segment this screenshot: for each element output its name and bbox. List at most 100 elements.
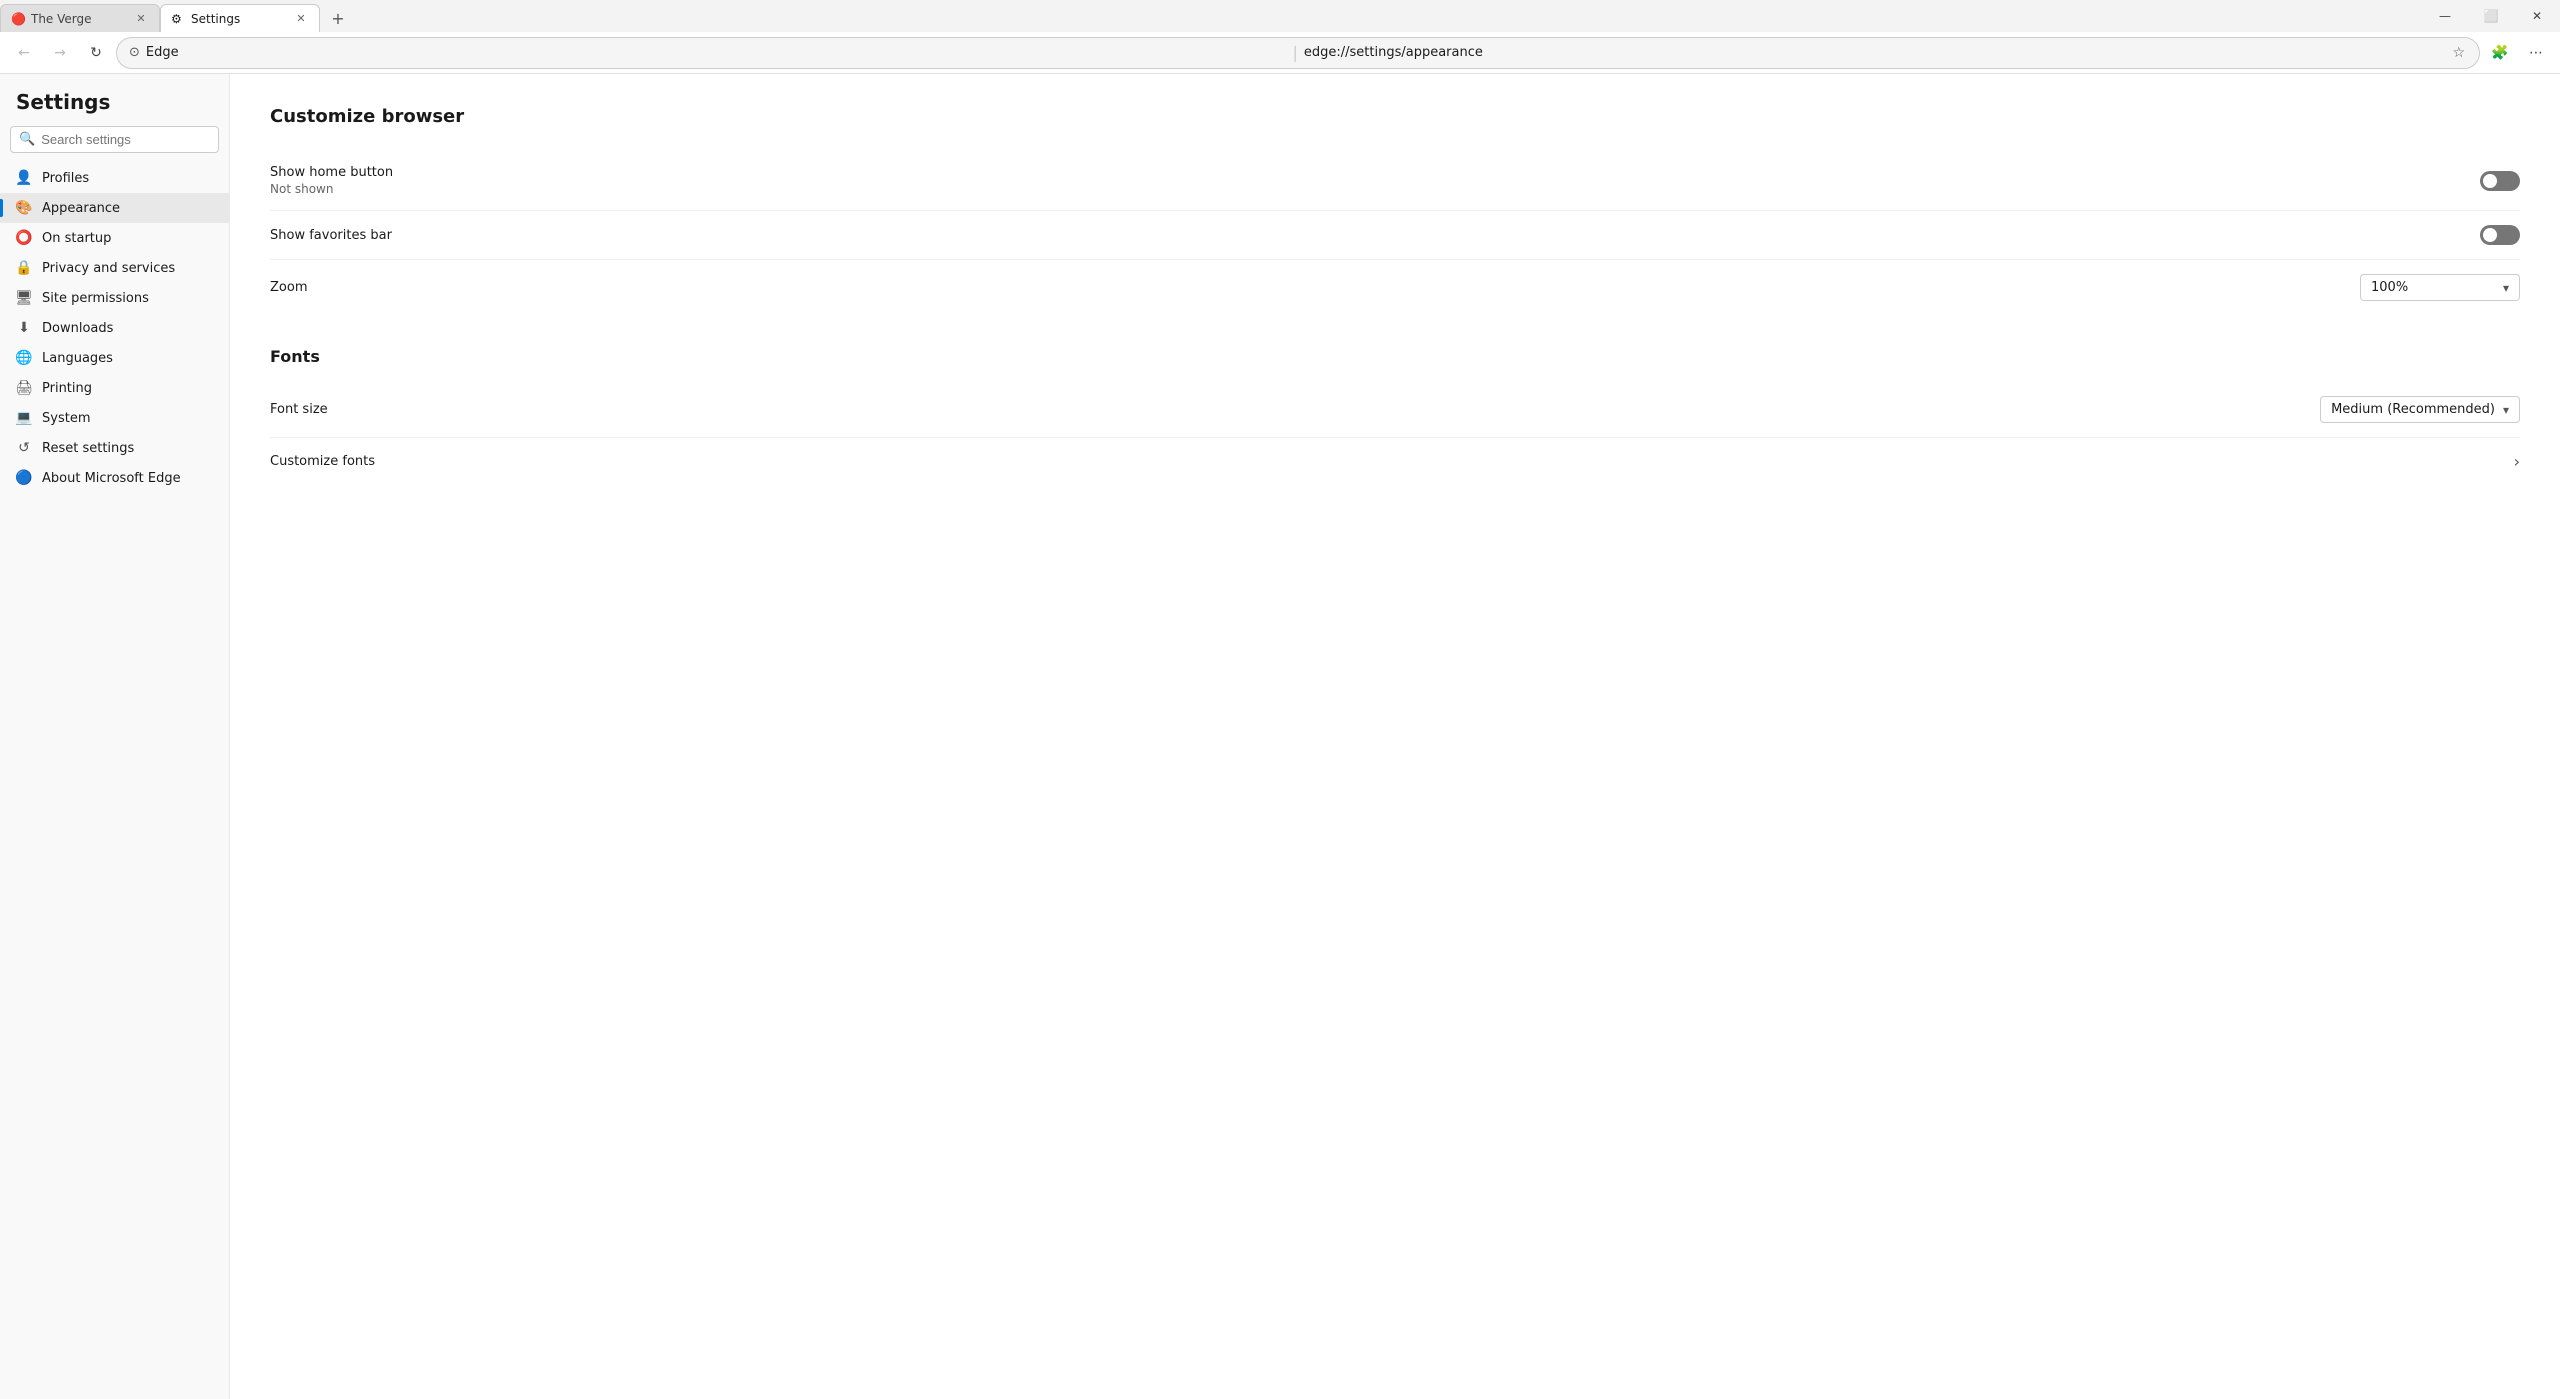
font-settings-rows: Font size Medium (Recommended) ▾ Customi… <box>270 382 2520 485</box>
setting-label-font-size: Font size <box>270 402 2320 417</box>
setting-control-show-home-button <box>2480 171 2520 191</box>
tab-favicon-tab-settings: ⚙ <box>171 12 185 26</box>
sidebar-item-downloads[interactable]: ⬇ Downloads <box>0 313 229 343</box>
setting-row-show-home-button: Show home button Not shown <box>270 151 2520 211</box>
favorite-star-icon[interactable]: ☆ <box>2450 43 2467 63</box>
settings-rows: Show home button Not shown Show favorite… <box>270 151 2520 315</box>
tab-close-tab-settings[interactable]: ✕ <box>293 11 309 27</box>
chevron-link-customize-fonts[interactable]: › <box>2514 452 2520 471</box>
tab-strip: 🔴 The Verge ✕ ⚙ Settings ✕ + <box>0 0 2422 32</box>
sidebar-item-profiles[interactable]: 👤 Profiles <box>0 163 229 193</box>
chevron-right-icon: › <box>2514 452 2520 471</box>
tab-tab-the-verge[interactable]: 🔴 The Verge ✕ <box>0 4 160 32</box>
tab-favicon-tab-the-verge: 🔴 <box>11 12 25 26</box>
nav-icon-printing: 🖨 <box>16 380 32 396</box>
dropdown-text-zoom: 100% <box>2371 280 2495 295</box>
back-button[interactable]: ← <box>8 37 40 69</box>
refresh-button[interactable]: ↻ <box>80 37 112 69</box>
sidebar-item-on-startup[interactable]: ⭕ On startup <box>0 223 229 253</box>
toggle-show-favorites-bar[interactable] <box>2480 225 2520 245</box>
tab-tab-settings[interactable]: ⚙ Settings ✕ <box>160 4 320 32</box>
minimize-button[interactable]: — <box>2422 0 2468 32</box>
setting-row-customize-fonts: Customize fonts › <box>270 438 2520 485</box>
search-icon: 🔍 <box>19 132 35 147</box>
nav-label-reset-settings: Reset settings <box>42 441 213 456</box>
nav-label-downloads: Downloads <box>42 321 213 336</box>
nav-items-container: 👤 Profiles 🎨 Appearance ⭕ On startup 🔒 P… <box>0 163 229 493</box>
fonts-title: Fonts <box>270 347 2520 366</box>
more-options-button[interactable]: ⋯ <box>2520 37 2552 69</box>
settings-title: Settings <box>0 90 229 126</box>
setting-label-zoom: Zoom <box>270 280 2360 295</box>
setting-row-zoom: Zoom 100% ▾ <box>270 260 2520 315</box>
forward-button[interactable]: → <box>44 37 76 69</box>
setting-row-font-size: Font size Medium (Recommended) ▾ <box>270 382 2520 438</box>
tab-close-tab-the-verge[interactable]: ✕ <box>133 11 149 27</box>
search-settings-input[interactable] <box>41 132 210 147</box>
nav-icon-site-permissions: 🖥 <box>16 290 32 306</box>
sidebar-item-printing[interactable]: 🖨 Printing <box>0 373 229 403</box>
nav-icon-languages: 🌐 <box>16 350 32 366</box>
nav-icon-appearance: 🎨 <box>16 200 32 216</box>
toggle-knob-show-home-button <box>2483 174 2497 188</box>
customize-browser-title: Customize browser <box>270 106 2520 127</box>
address-bar[interactable]: ⊙ Edge | edge://settings/appearance ☆ <box>116 37 2480 69</box>
dropdown-text-font-size: Medium (Recommended) <box>2331 402 2495 417</box>
sidebar-item-system[interactable]: 💻 System <box>0 403 229 433</box>
browser-name: Edge <box>146 45 1287 60</box>
setting-label-show-favorites-bar: Show favorites bar <box>270 228 2480 243</box>
chevron-down-icon: ▾ <box>2503 281 2509 295</box>
sidebar-item-reset-settings[interactable]: ↺ Reset settings <box>0 433 229 463</box>
nav-label-privacy-services: Privacy and services <box>42 261 213 276</box>
setting-control-zoom: 100% ▾ <box>2360 274 2520 301</box>
toggle-show-home-button[interactable] <box>2480 171 2520 191</box>
nav-icon-profiles: 👤 <box>16 170 32 186</box>
setting-info-show-favorites-bar: Show favorites bar <box>270 228 2480 243</box>
toggle-knob-show-favorites-bar <box>2483 228 2497 242</box>
setting-control-show-favorites-bar <box>2480 225 2520 245</box>
setting-info-show-home-button: Show home button Not shown <box>270 165 2480 196</box>
nav-label-system: System <box>42 411 213 426</box>
nav-label-on-startup: On startup <box>42 231 213 246</box>
nav-icon-reset-settings: ↺ <box>16 440 32 456</box>
address-separator: | <box>1292 43 1297 62</box>
tab-title-tab-the-verge: The Verge <box>31 12 127 26</box>
setting-control-font-size: Medium (Recommended) ▾ <box>2320 396 2520 423</box>
new-tab-button[interactable]: + <box>324 4 352 32</box>
nav-icon-on-startup: ⭕ <box>16 230 32 246</box>
nav-label-about-edge: About Microsoft Edge <box>42 471 213 486</box>
nav-icon-about-edge: 🔵 <box>16 470 32 486</box>
address-favicon: ⊙ <box>129 45 140 60</box>
setting-label-customize-fonts: Customize fonts <box>270 454 2514 469</box>
nav-label-printing: Printing <box>42 381 213 396</box>
nav-label-site-permissions: Site permissions <box>42 291 213 306</box>
sidebar: Settings 🔍 👤 Profiles 🎨 Appearance ⭕ On … <box>0 74 230 1399</box>
dropdown-zoom[interactable]: 100% ▾ <box>2360 274 2520 301</box>
tab-title-tab-settings: Settings <box>191 12 287 26</box>
sidebar-item-site-permissions[interactable]: 🖥 Site permissions <box>0 283 229 313</box>
nav-label-appearance: Appearance <box>42 201 213 216</box>
setting-info-zoom: Zoom <box>270 280 2360 295</box>
window-controls: — ⬜ ✕ <box>2422 0 2560 32</box>
nav-icon-privacy-services: 🔒 <box>16 260 32 276</box>
fonts-section: Fonts Font size Medium (Recommended) ▾ C… <box>270 347 2520 485</box>
dropdown-font-size[interactable]: Medium (Recommended) ▾ <box>2320 396 2520 423</box>
nav-icon-downloads: ⬇ <box>16 320 32 336</box>
setting-sublabel-show-home-button: Not shown <box>270 182 2480 196</box>
sidebar-item-about-edge[interactable]: 🔵 About Microsoft Edge <box>0 463 229 493</box>
browser-body: Settings 🔍 👤 Profiles 🎨 Appearance ⭕ On … <box>0 74 2560 1399</box>
address-url: edge://settings/appearance <box>1304 45 2445 60</box>
sidebar-item-privacy-services[interactable]: 🔒 Privacy and services <box>0 253 229 283</box>
chevron-down-icon: ▾ <box>2503 403 2509 417</box>
sidebar-item-appearance[interactable]: 🎨 Appearance <box>0 193 229 223</box>
extensions-button[interactable]: 🧩 <box>2484 37 2516 69</box>
sidebar-item-languages[interactable]: 🌐 Languages <box>0 343 229 373</box>
nav-label-profiles: Profiles <box>42 171 213 186</box>
setting-control-customize-fonts: › <box>2514 452 2520 471</box>
settings-content: Customize browser Show home button Not s… <box>230 74 2560 1399</box>
maximize-button[interactable]: ⬜ <box>2468 0 2514 32</box>
search-box[interactable]: 🔍 <box>10 126 219 153</box>
title-bar: 🔴 The Verge ✕ ⚙ Settings ✕ + — ⬜ ✕ <box>0 0 2560 32</box>
setting-label-show-home-button: Show home button <box>270 165 2480 180</box>
close-button[interactable]: ✕ <box>2514 0 2560 32</box>
